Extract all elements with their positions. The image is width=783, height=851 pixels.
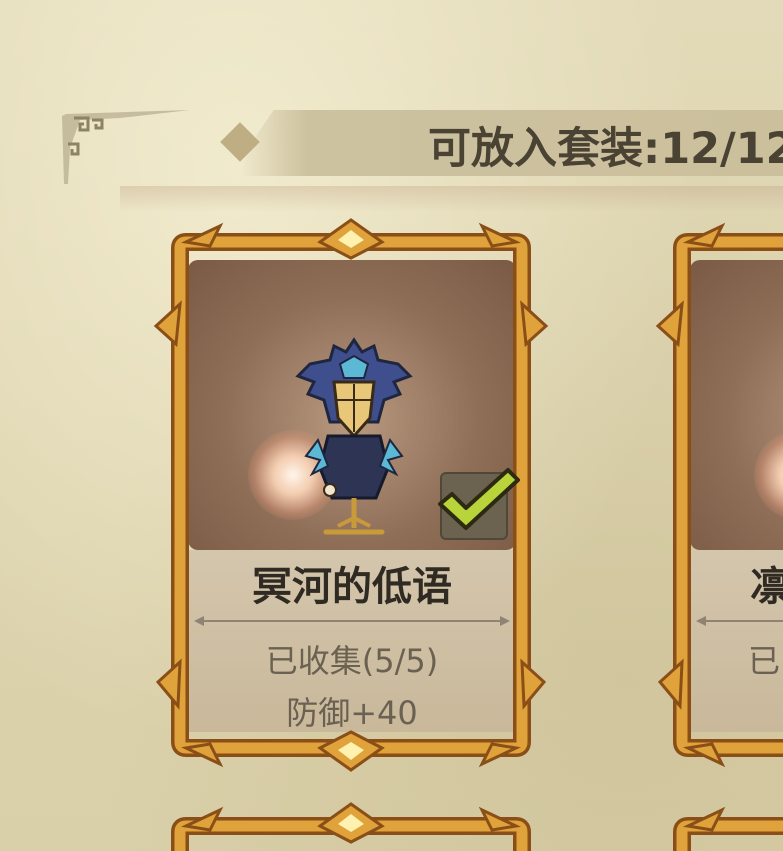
outfit-name: 冥河的低语 <box>252 564 452 610</box>
outfit-card[interactable]: 凛 已 <box>652 212 783 778</box>
collected-count: 已 <box>748 642 781 680</box>
card-divider <box>696 616 783 626</box>
header-separator <box>120 186 783 212</box>
scroll-ornament-icon <box>62 110 190 184</box>
checkmark-icon <box>438 468 520 530</box>
collected-count: 已收集(5/5) <box>265 642 439 680</box>
outfit-name: 凛 <box>750 564 783 610</box>
page: 可放入套装:12/12 冥河的低语 已收集(5/5) 防御+40 凛 已 <box>0 0 783 851</box>
outfit-card[interactable]: 冥河的低语 已收集(5/5) 防御+40 <box>150 212 552 778</box>
slot-capacity-title: 可放入套装:12/12 <box>428 124 783 174</box>
card-divider <box>194 616 510 626</box>
outfit-card-top[interactable] <box>652 796 783 851</box>
outfit-card-top[interactable] <box>150 796 552 851</box>
set-bonus: 防御+40 <box>286 694 418 732</box>
card-frame <box>655 222 783 768</box>
